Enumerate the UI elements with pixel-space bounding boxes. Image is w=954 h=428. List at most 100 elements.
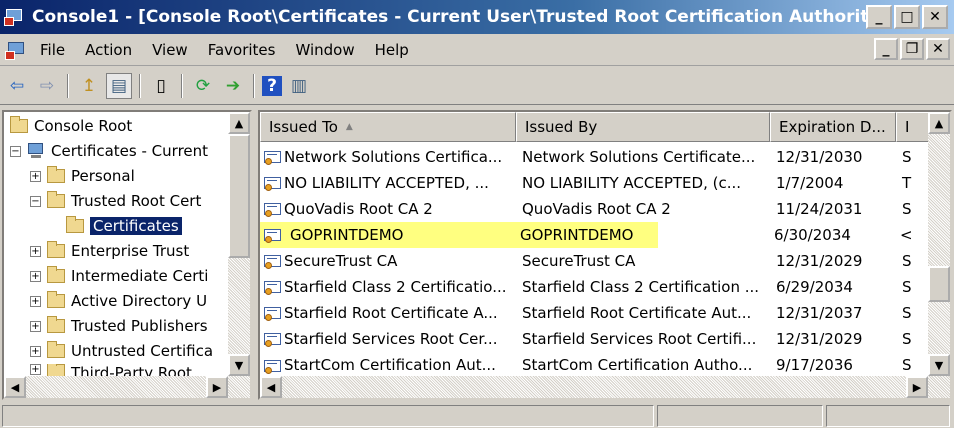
close-button[interactable]: ✕ bbox=[922, 5, 948, 29]
minimize-button[interactable]: _ bbox=[866, 5, 892, 29]
expand-icon[interactable]: + bbox=[30, 170, 41, 182]
cell-expiration: 12/31/2030 bbox=[776, 148, 863, 166]
cell-expiration: 11/24/2031 bbox=[776, 200, 863, 218]
scroll-down-button[interactable]: ▼ bbox=[928, 354, 950, 376]
cell-purpose: S bbox=[902, 304, 912, 322]
forward-icon[interactable]: ⇨ bbox=[34, 73, 60, 99]
cell-issued-by: NO LIABILITY ACCEPTED, (c... bbox=[522, 174, 742, 192]
tree-item-certificates[interactable]: Certificates bbox=[66, 214, 182, 238]
column-issued-by[interactable]: Issued By bbox=[516, 112, 770, 142]
tree-vertical-scrollbar[interactable]: ▲ ▼ bbox=[228, 112, 250, 376]
list-row-goprintdemo[interactable]: GOPRINTDEMO GOPRINTDEMO 6/30/2034 < bbox=[260, 222, 926, 248]
folder-icon bbox=[47, 291, 65, 308]
column-expiration-date[interactable]: Expiration D... bbox=[770, 112, 896, 142]
cell-expiration: 6/30/2034 bbox=[774, 226, 851, 244]
highlight-issued-by: GOPRINTDEMO bbox=[516, 222, 658, 248]
properties-icon[interactable]: ▯ bbox=[148, 73, 174, 99]
menu-action[interactable]: Action bbox=[75, 41, 142, 59]
column-issued-to[interactable]: Issued To ▲ bbox=[260, 112, 516, 142]
tree-item-trusted-publishers[interactable]: + Trusted Publishers bbox=[30, 314, 208, 338]
document-icon[interactable] bbox=[4, 39, 30, 61]
expand-icon[interactable]: + bbox=[30, 320, 41, 332]
column-label: Expiration D... bbox=[779, 118, 886, 136]
expand-icon[interactable]: + bbox=[30, 364, 41, 375]
mdi-minimize-button[interactable]: _ bbox=[874, 38, 898, 60]
back-icon[interactable]: ⇦ bbox=[4, 73, 30, 99]
cell-issued-to: SecureTrust CA bbox=[284, 252, 398, 270]
certificate-icon bbox=[264, 280, 282, 295]
expand-icon[interactable]: + bbox=[30, 345, 41, 357]
status-panel-3 bbox=[826, 405, 950, 427]
list-horizontal-scrollbar[interactable]: ◀ ▶ bbox=[260, 376, 950, 398]
tree-item-certificates-current-user[interactable]: − Certificates - Current bbox=[10, 139, 208, 163]
tree-item-untrusted[interactable]: + Untrusted Certifica bbox=[30, 339, 213, 363]
list-row[interactable]: QuoVadis Root CA 2 QuoVadis Root CA 2 11… bbox=[260, 196, 916, 222]
show-hide-tree-icon[interactable]: ▤ bbox=[106, 72, 132, 99]
list-vscroll-thumb[interactable] bbox=[928, 266, 950, 302]
folder-icon bbox=[47, 341, 65, 358]
cell-issued-by: Starfield Root Certificate Aut... bbox=[522, 304, 752, 322]
mmc-app-icon[interactable] bbox=[4, 7, 26, 27]
folder-icon bbox=[47, 241, 65, 258]
cell-issued-by: QuoVadis Root CA 2 bbox=[522, 200, 671, 218]
list-row[interactable]: Network Solutions Certifica... Network S… bbox=[260, 144, 916, 170]
tree-vscroll-thumb[interactable] bbox=[228, 134, 250, 258]
tree-horizontal-scrollbar[interactable]: ◀ ▶ bbox=[4, 376, 250, 398]
menu-bar: File Action View Favorites Window Help _… bbox=[0, 34, 954, 66]
scroll-right-button[interactable]: ▶ bbox=[206, 376, 228, 398]
tree-item-label: Console Root bbox=[34, 117, 133, 135]
list-row[interactable]: StartCom Certification Aut... StartCom C… bbox=[260, 352, 916, 374]
scroll-left-button[interactable]: ◀ bbox=[4, 376, 26, 398]
tree-item-intermediate[interactable]: + Intermediate Certi bbox=[30, 264, 208, 288]
list-row[interactable]: SecureTrust CA SecureTrust CA 12/31/2029… bbox=[260, 248, 916, 274]
tree-item-enterprise-trust[interactable]: + Enterprise Trust bbox=[30, 239, 189, 263]
tree-item-active-directory[interactable]: + Active Directory U bbox=[30, 289, 207, 313]
menu-help[interactable]: Help bbox=[365, 41, 419, 59]
help-icon[interactable]: ? bbox=[262, 75, 282, 96]
maximize-button[interactable]: □ bbox=[894, 5, 920, 29]
cell-issued-to: Starfield Root Certificate A... bbox=[284, 304, 498, 322]
status-panel-2 bbox=[657, 405, 823, 427]
collapse-icon[interactable]: − bbox=[30, 195, 41, 207]
list-row[interactable]: Starfield Root Certificate A... Starfiel… bbox=[260, 300, 916, 326]
list-row[interactable]: Starfield Services Root Cer... Starfield… bbox=[260, 326, 916, 352]
menu-favorites[interactable]: Favorites bbox=[198, 41, 286, 59]
scroll-up-button[interactable]: ▲ bbox=[928, 112, 950, 134]
cell-issued-by: Starfield Class 2 Certification ... bbox=[522, 278, 760, 296]
cell-issued-by: StartCom Certification Autho... bbox=[522, 356, 753, 374]
show-hide-action-pane-icon[interactable]: ▥ bbox=[286, 73, 312, 99]
cell-expiration: 9/17/2036 bbox=[776, 356, 853, 374]
folder-icon bbox=[47, 166, 65, 183]
collapse-icon[interactable]: − bbox=[10, 145, 21, 157]
folder-icon bbox=[47, 316, 65, 333]
column-label: Issued By bbox=[525, 118, 598, 136]
cell-purpose: T bbox=[902, 174, 912, 192]
expand-icon[interactable]: + bbox=[30, 245, 41, 257]
mdi-close-button[interactable]: ✕ bbox=[926, 38, 950, 60]
scroll-down-button[interactable]: ▼ bbox=[228, 354, 250, 376]
cell-purpose: S bbox=[902, 200, 912, 218]
menu-window[interactable]: Window bbox=[285, 41, 364, 59]
list-vertical-scrollbar[interactable]: ▲ ▼ bbox=[928, 112, 950, 376]
cell-expiration: 1/7/2004 bbox=[776, 174, 844, 192]
console-tree[interactable]: Console Root − Certificates - Current + … bbox=[2, 110, 252, 400]
export-list-icon[interactable]: ➔ bbox=[220, 73, 246, 99]
list-row[interactable]: Starfield Class 2 Certificatio... Starfi… bbox=[260, 274, 916, 300]
scroll-left-button[interactable]: ◀ bbox=[260, 376, 282, 398]
up-folder-icon[interactable]: ↥ bbox=[76, 73, 102, 99]
menu-file[interactable]: File bbox=[30, 41, 75, 59]
title-bar[interactable]: Console1 - [Console Root\Certificates - … bbox=[0, 0, 954, 34]
mdi-restore-button[interactable]: ❐ bbox=[900, 38, 924, 60]
certificate-list[interactable]: Issued To ▲ Issued By Expiration D... I … bbox=[258, 110, 952, 400]
expand-icon[interactable]: + bbox=[30, 270, 41, 282]
tree-item-trusted-root[interactable]: − Trusted Root Cert bbox=[30, 189, 201, 213]
tree-item-console-root[interactable]: Console Root bbox=[10, 114, 132, 138]
expand-icon[interactable]: + bbox=[30, 295, 41, 307]
list-row[interactable]: NO LIABILITY ACCEPTED, ... NO LIABILITY … bbox=[260, 170, 916, 196]
scroll-right-button[interactable]: ▶ bbox=[906, 376, 928, 398]
scroll-up-button[interactable]: ▲ bbox=[228, 112, 250, 134]
status-panel-main bbox=[2, 405, 654, 427]
tree-item-personal[interactable]: + Personal bbox=[30, 164, 135, 188]
refresh-icon[interactable]: ⟳ bbox=[190, 73, 216, 99]
menu-view[interactable]: View bbox=[142, 41, 198, 59]
